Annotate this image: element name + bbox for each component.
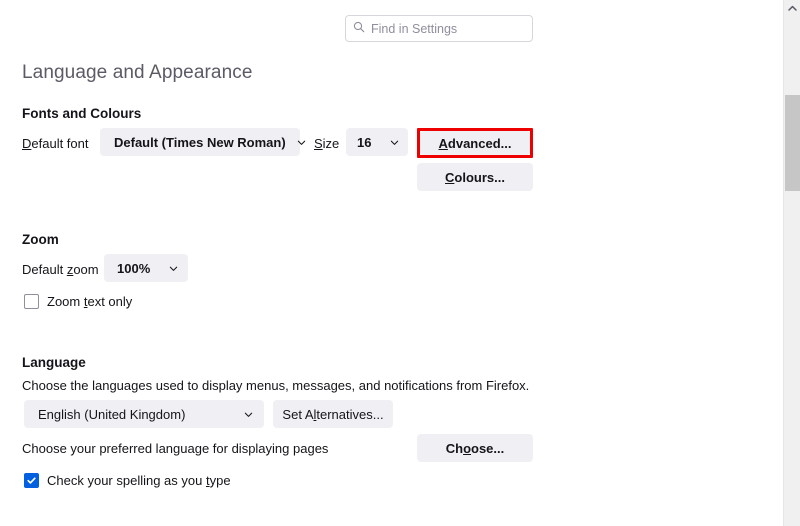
language-description: Choose the languages used to display men… xyxy=(22,378,530,393)
set-alternatives-label-post: ternatives... xyxy=(316,406,384,422)
settings-page: Language and Appearance Fonts and Colour… xyxy=(0,0,800,526)
vertical-scrollbar[interactable] xyxy=(783,0,800,526)
chevron-up-icon xyxy=(787,5,797,12)
default-font-label-accesskey: D xyxy=(22,136,32,151)
advanced-button[interactable]: Advanced... xyxy=(420,131,530,155)
zoom-text-only-label-pre: Zoom xyxy=(47,294,84,309)
language-dropdown-value: English (United Kingdom) xyxy=(38,406,186,422)
find-in-settings-box[interactable] xyxy=(345,15,533,42)
settings-content-pane: Language and Appearance Fonts and Colour… xyxy=(0,0,783,526)
set-alternatives-button[interactable]: Set Al ternatives... xyxy=(273,400,393,428)
default-zoom-dropdown[interactable]: 100% xyxy=(104,254,188,282)
default-zoom-dropdown-value: 100% xyxy=(117,260,151,276)
language-dropdown[interactable]: English (United Kingdom) xyxy=(24,400,264,428)
choose-button-label-post: ose... xyxy=(471,440,505,456)
chevron-down-icon xyxy=(168,263,179,274)
default-zoom-label: Default zoom xyxy=(22,262,99,277)
default-font-label-text: efault font xyxy=(31,136,89,151)
spellcheck-label: Check your spelling as you type xyxy=(47,473,231,488)
default-zoom-label-pre: Default xyxy=(22,262,67,277)
spellcheck-label-pre: Check your spelling as you xyxy=(47,473,206,488)
choose-button[interactable]: Ch o ose... xyxy=(417,434,533,462)
colours-button[interactable]: Colours... xyxy=(417,163,533,191)
spellcheck-label-post: ype xyxy=(209,473,231,488)
colours-button-accesskey: C xyxy=(445,169,455,185)
font-size-label-accesskey: S xyxy=(314,136,323,151)
zoom-text-only-checkbox[interactable] xyxy=(24,294,39,309)
default-zoom-label-post: oom xyxy=(73,262,99,277)
chevron-down-icon xyxy=(243,409,254,420)
set-alternatives-label-pre: Set A xyxy=(282,406,314,422)
advanced-button-label: dvanced... xyxy=(447,135,512,151)
spellcheck-checkbox[interactable] xyxy=(24,473,39,488)
zoom-text-only-label: Zoom text only xyxy=(47,294,132,309)
zoom-text-only-row[interactable]: Zoom text only xyxy=(24,294,132,309)
colours-button-label: olours... xyxy=(454,169,505,185)
section-heading-language: Language xyxy=(22,355,86,370)
search-icon xyxy=(353,20,371,38)
font-size-label-text: ize xyxy=(322,136,340,151)
scroll-up-button[interactable] xyxy=(784,0,800,17)
pages-language-description: Choose your preferred language for displ… xyxy=(22,441,329,456)
font-size-label: Size xyxy=(314,136,339,151)
search-input[interactable] xyxy=(371,21,525,36)
choose-button-label-pre: Ch xyxy=(445,440,464,456)
spellcheck-row[interactable]: Check your spelling as you type xyxy=(24,473,231,488)
font-size-dropdown-value: 16 xyxy=(357,134,372,150)
search-container xyxy=(345,15,533,42)
advanced-button-accesskey: A xyxy=(438,135,448,151)
page-title: Language and Appearance xyxy=(22,62,253,83)
section-heading-fonts-and-colours: Fonts and Colours xyxy=(22,106,142,121)
font-size-dropdown[interactable]: 16 xyxy=(346,128,408,156)
zoom-text-only-label-post: ext only xyxy=(87,294,133,309)
scrollbar-thumb[interactable] xyxy=(785,95,800,191)
default-font-label: Default font xyxy=(22,136,89,151)
chevron-down-icon xyxy=(389,137,400,148)
default-font-dropdown-value: Default (Times New Roman) xyxy=(114,134,286,150)
chevron-down-icon xyxy=(296,137,307,148)
default-font-dropdown[interactable]: Default (Times New Roman) xyxy=(100,128,305,156)
section-heading-zoom: Zoom xyxy=(22,232,59,247)
choose-button-accesskey: o xyxy=(463,440,472,456)
